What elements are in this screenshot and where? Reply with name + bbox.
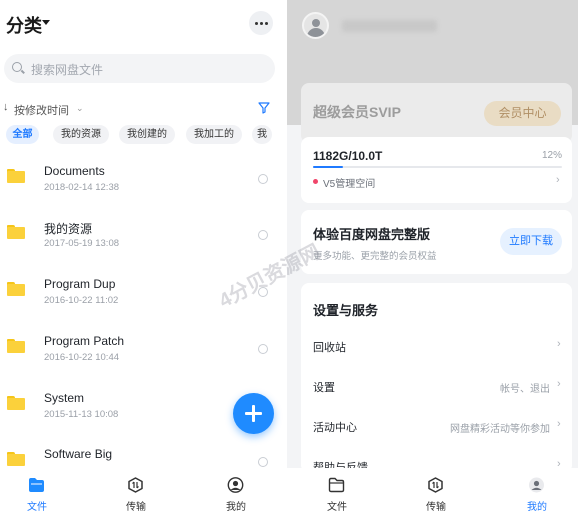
folder-icon xyxy=(29,478,44,492)
tab-label: 传输 xyxy=(426,502,446,512)
settings-item-activity-center[interactable]: 活动中心 网盘精彩活动等你参加 › xyxy=(301,405,572,445)
more-button[interactable] xyxy=(249,11,273,35)
search-icon xyxy=(12,62,22,72)
chevron-right-icon: › xyxy=(557,338,561,350)
vip-card[interactable]: 超级会员SVIP 会员中心 xyxy=(301,83,572,143)
avatar[interactable] xyxy=(302,12,329,39)
file-name: Documents xyxy=(44,164,105,178)
file-date: 2017-05-19 13:08 xyxy=(44,238,120,249)
chip-my-created[interactable]: 我创建的 xyxy=(119,125,175,144)
tab-me[interactable]: 我的 xyxy=(497,468,577,512)
file-row[interactable]: Program Patch 2016-10-22 10:44 xyxy=(0,320,285,376)
tab-files[interactable]: 文件 xyxy=(297,468,377,512)
file-row[interactable]: Documents 2018-02-14 12:38 xyxy=(0,150,285,206)
files-header: 分类 xyxy=(0,0,285,46)
vip-title: 超级会员SVIP xyxy=(313,104,401,120)
transfer-icon xyxy=(428,477,443,493)
sort-bar: ↓ 按修改时间 ⌄ xyxy=(0,100,285,118)
folder-icon xyxy=(7,225,25,239)
file-name: Software Big xyxy=(44,447,113,461)
tab-label: 我的 xyxy=(226,502,246,512)
chevron-down-icon[interactable]: ⌄ xyxy=(76,103,84,114)
chip-more[interactable]: 我 xyxy=(252,125,272,144)
settings-item-value: 网盘精彩活动等你参加 xyxy=(450,424,550,435)
settings-card: 设置与服务 回收站 › 设置 帐号、退出 › 活动中心 网盘精彩活动等你参加 ›… xyxy=(301,283,572,474)
chevron-right-icon: › xyxy=(557,418,561,430)
select-radio[interactable] xyxy=(258,457,268,467)
dot-icon xyxy=(264,21,268,25)
folder-icon xyxy=(328,477,345,493)
storage-card[interactable]: 1182G/10.0T 12% V5管理空间 › xyxy=(301,137,572,203)
settings-item-label: 设置 xyxy=(313,382,335,394)
tab-transfer[interactable]: 传输 xyxy=(96,468,176,512)
storage-progress-fill xyxy=(313,166,343,168)
chevron-right-icon: › xyxy=(557,378,561,390)
tab-me[interactable]: 我的 xyxy=(196,468,276,512)
settings-item-recycle-bin[interactable]: 回收站 › xyxy=(301,325,572,365)
category-title[interactable]: 分类 xyxy=(6,12,42,38)
search-placeholder: 搜索网盘文件 xyxy=(31,63,104,77)
search-input[interactable]: 搜索网盘文件 xyxy=(4,54,275,83)
file-date: 2015-11-13 10:08 xyxy=(44,409,119,420)
dot-icon xyxy=(259,21,263,25)
filter-icon[interactable] xyxy=(258,102,270,114)
v5-space-link[interactable]: V5管理空间 xyxy=(323,175,375,190)
file-name: 我的资源 xyxy=(44,222,93,236)
file-date: 2016-10-22 11:02 xyxy=(44,295,119,306)
folder-icon xyxy=(7,452,25,466)
caret-down-icon[interactable] xyxy=(42,20,50,25)
dot-icon xyxy=(254,21,258,25)
trial-subtitle: 更多功能、更完整的会员权益 xyxy=(313,251,437,262)
chip-my-resources[interactable]: 我的资源 xyxy=(53,125,109,144)
user-icon xyxy=(227,477,244,493)
file-date: 2018-02-14 12:38 xyxy=(44,182,120,193)
sort-arrow-icon: ↓ xyxy=(3,101,9,113)
file-name: Program Patch xyxy=(44,334,125,348)
vip-center-button[interactable]: 会员中心 xyxy=(484,101,561,126)
chevron-right-icon: › xyxy=(556,174,560,186)
tab-label: 传输 xyxy=(126,502,146,512)
chip-all[interactable]: 全部 xyxy=(6,125,39,144)
file-name: System xyxy=(44,391,85,405)
tab-transfer[interactable]: 传输 xyxy=(396,468,476,512)
user-icon xyxy=(529,477,544,493)
sort-button[interactable]: 按修改时间 xyxy=(14,102,69,118)
settings-item-settings[interactable]: 设置 帐号、退出 › xyxy=(301,365,572,405)
file-date: 2016-10-22 10:44 xyxy=(44,352,120,363)
folder-icon xyxy=(7,282,25,296)
trial-card[interactable]: 体验百度网盘完整版 更多功能、更完整的会员权益 立即下载 xyxy=(301,210,572,274)
transfer-icon xyxy=(128,477,143,493)
file-row[interactable]: 我的资源 2017-05-19 13:08 xyxy=(0,206,285,262)
chip-my-processed[interactable]: 我加工的 xyxy=(186,125,242,144)
storage-used: 1182G/10.0T xyxy=(313,149,383,163)
tab-label: 我的 xyxy=(527,502,547,512)
status-dot xyxy=(313,179,318,184)
storage-progress-bar xyxy=(313,166,562,168)
settings-item-label: 活动中心 xyxy=(313,422,357,434)
folder-icon xyxy=(7,169,25,183)
tab-files[interactable]: 文件 xyxy=(0,468,77,512)
select-radio[interactable] xyxy=(258,174,268,184)
files-screen: 分类 搜索网盘文件 ↓ 按修改时间 ⌄ 全部 我的资源 我创建的 我加工的 我 … xyxy=(0,0,285,512)
profile-screen: 超级会员SVIP 会员中心 1182G/10.0T 12% V5管理空间 › 体… xyxy=(287,0,578,512)
storage-percent: 12% xyxy=(541,150,562,161)
download-button[interactable]: 立即下载 xyxy=(500,228,562,255)
tab-label: 文件 xyxy=(27,502,47,512)
add-button[interactable] xyxy=(233,393,274,434)
settings-item-label: 回收站 xyxy=(313,342,346,354)
file-name: Program Dup xyxy=(44,277,116,291)
tab-label: 文件 xyxy=(327,502,347,512)
select-radio[interactable] xyxy=(258,230,268,240)
select-radio[interactable] xyxy=(258,344,268,354)
username-blurred xyxy=(342,20,437,32)
bottom-tab-bar: 文件 传输 我的 xyxy=(287,468,578,512)
settings-title: 设置与服务 xyxy=(313,303,379,318)
trial-title: 体验百度网盘完整版 xyxy=(313,227,431,242)
folder-icon xyxy=(7,396,25,410)
folder-icon xyxy=(7,339,25,353)
settings-item-value: 帐号、退出 xyxy=(500,384,550,395)
bottom-tab-bar: 文件 传输 我的 xyxy=(0,468,285,512)
